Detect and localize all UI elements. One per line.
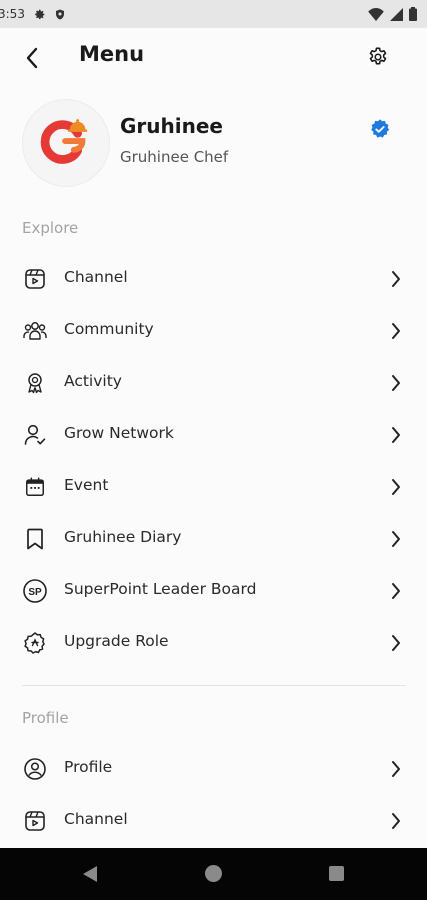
- page-title: Menu: [79, 42, 145, 66]
- menu-item-label: Upgrade Role: [64, 632, 169, 650]
- menu-item-label: Grow Network: [64, 424, 174, 442]
- nav-recents-icon[interactable]: [329, 866, 344, 881]
- menu-item-label: Activity: [64, 372, 122, 390]
- menu-item-grow-network[interactable]: Grow Network: [0, 408, 427, 460]
- menu-item-channel-profile[interactable]: Channel: [0, 794, 427, 846]
- calendar-icon: [22, 474, 48, 500]
- nav-back-icon[interactable]: [82, 865, 98, 887]
- profile-name: Gruhinee: [120, 114, 223, 138]
- menu-item-event[interactable]: Event: [0, 460, 427, 512]
- status-bar: 3:53: [0, 0, 427, 28]
- menu-item-gruhinee-diary[interactable]: Gruhinee Diary: [0, 512, 427, 564]
- chevron-right-icon: [389, 425, 403, 445]
- channel-icon: [22, 266, 48, 292]
- chevron-right-icon: [389, 811, 403, 831]
- status-left: 3:53: [0, 7, 66, 21]
- chevron-right-icon: [389, 269, 403, 289]
- upgrade-icon: [22, 630, 48, 656]
- menu-item-community[interactable]: Community: [0, 304, 427, 356]
- wifi-icon: [368, 7, 384, 21]
- svg-text:SP: SP: [28, 587, 42, 598]
- menu-item-label: Gruhinee Diary: [64, 528, 182, 546]
- chevron-right-icon: [389, 581, 403, 601]
- nav-home-icon[interactable]: [205, 865, 222, 882]
- community-icon: [22, 318, 48, 344]
- superpoint-icon: SP: [22, 578, 48, 604]
- menu-item-profile[interactable]: Profile: [0, 742, 427, 794]
- user-check-icon: [22, 422, 48, 448]
- gear-status-icon: [33, 8, 46, 21]
- menu-item-label: Channel: [64, 810, 128, 828]
- menu-item-superpoint-leader-board[interactable]: SP SuperPoint Leader Board: [0, 564, 427, 616]
- profile-role: Gruhinee Chef: [120, 148, 229, 166]
- back-button[interactable]: [18, 44, 46, 72]
- profile-menu-list: Profile Channel: [0, 742, 427, 846]
- menu-item-label: SuperPoint Leader Board: [64, 580, 257, 598]
- section-title-profile: Profile: [22, 709, 69, 727]
- section-title-explore: Explore: [22, 219, 79, 237]
- system-navigation-bar: [0, 848, 427, 900]
- signal-icon: [390, 7, 403, 21]
- bookmark-icon: [22, 526, 48, 552]
- status-time: 3:53: [0, 7, 25, 21]
- chevron-right-icon: [389, 321, 403, 341]
- menu-item-upgrade-role[interactable]: Upgrade Role: [0, 616, 427, 668]
- header: Menu: [0, 28, 427, 86]
- verified-badge-icon: [369, 118, 391, 140]
- gear-icon: [369, 47, 387, 65]
- menu-item-activity[interactable]: Activity: [0, 356, 427, 408]
- chevron-right-icon: [389, 529, 403, 549]
- settings-button[interactable]: [365, 44, 391, 70]
- menu-item-label: Community: [64, 320, 154, 338]
- status-right: [368, 7, 417, 21]
- battery-icon: [409, 7, 417, 21]
- menu-item-label: Event: [64, 476, 109, 494]
- chevron-right-icon: [389, 373, 403, 393]
- channel-icon: [22, 808, 48, 834]
- chevron-right-icon: [389, 633, 403, 653]
- shield-status-icon: [54, 8, 66, 21]
- menu-item-channel[interactable]: Channel: [0, 252, 427, 304]
- chevron-left-icon: [26, 47, 38, 69]
- award-icon: [22, 370, 48, 396]
- gruhinee-logo-icon: [40, 119, 88, 164]
- menu-item-label: Profile: [64, 758, 113, 776]
- chevron-right-icon: [389, 477, 403, 497]
- chevron-right-icon: [389, 759, 403, 779]
- explore-menu-list: Channel Community Activity Grow Network: [0, 252, 427, 668]
- user-circle-icon: [22, 756, 48, 782]
- menu-item-label: Channel: [64, 268, 128, 286]
- profile-card[interactable]: Gruhinee Gruhinee Chef: [0, 96, 427, 188]
- section-divider: [22, 685, 406, 686]
- avatar: [22, 99, 110, 187]
